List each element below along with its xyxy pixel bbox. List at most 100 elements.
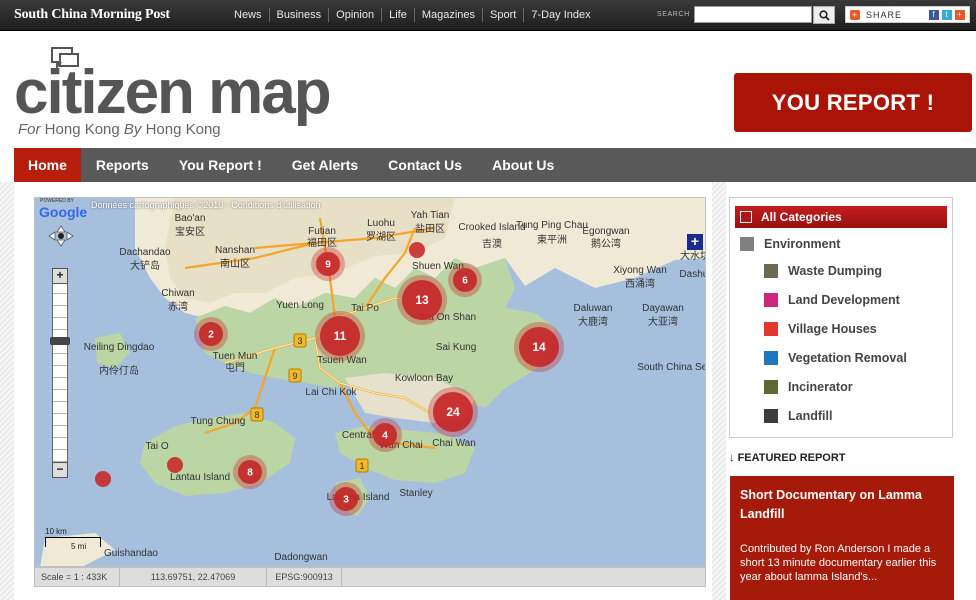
svg-text:1: 1 — [359, 461, 364, 471]
top-nav: News Business Opinion Life Magazines Spo… — [227, 0, 598, 30]
report-cluster-marker[interactable]: 3 — [329, 482, 363, 516]
top-nav-opinion[interactable]: Opinion — [329, 8, 383, 22]
map-place-label: 宝安区 — [175, 225, 205, 238]
category-swatch — [764, 409, 778, 423]
map-place-label: Luohu — [367, 218, 395, 229]
report-marker[interactable] — [409, 242, 425, 258]
map-place-label: 西涌湾 — [625, 277, 655, 290]
featured-report-card[interactable]: Short Documentary on Lamma Landfill Cont… — [730, 476, 954, 600]
speech-bubble-icon — [51, 47, 79, 70]
map-place-label: Dashui — [679, 269, 706, 280]
tag-by: By — [123, 121, 142, 138]
svg-text:24: 24 — [446, 405, 460, 419]
tag-for: For — [18, 121, 41, 138]
category-all[interactable]: All Categories — [735, 206, 947, 228]
zoom-slider-handle[interactable] — [50, 337, 70, 345]
svg-text:13: 13 — [415, 293, 429, 307]
map-place-label: Chai Wan — [432, 438, 476, 449]
nav-get-alerts[interactable]: Get Alerts — [277, 148, 373, 182]
map-place-label: 大水坑 — [680, 249, 706, 262]
top-nav-7day-index[interactable]: 7-Day Index — [524, 8, 597, 22]
report-cluster-marker[interactable]: 2 — [194, 317, 228, 351]
map-place-label: Chiwan — [161, 288, 194, 299]
facebook-icon[interactable]: f — [929, 9, 939, 20]
more-share-icon[interactable]: + — [955, 9, 965, 20]
svg-text:11: 11 — [334, 329, 347, 343]
map-status-bar: Scale = 1 : 433K 113.69751, 22.47069 EPS… — [34, 567, 706, 587]
map-place-label: Stanley — [399, 488, 432, 499]
report-cluster-marker[interactable]: 8 — [233, 455, 267, 489]
category-land-development[interactable]: Land Development — [764, 293, 900, 307]
map-place-label: 屯門 — [225, 361, 245, 374]
layer-switcher-button[interactable]: + — [687, 234, 703, 250]
category-label: Village Houses — [788, 322, 877, 336]
category-village-houses[interactable]: Village Houses — [764, 322, 877, 336]
top-nav-life[interactable]: Life — [382, 8, 415, 22]
map-place-label: Neiling Dingdao — [84, 342, 155, 353]
nav-you-report[interactable]: You Report ! — [164, 148, 277, 182]
map-view[interactable]: Bao'an 宝安区 Dachandao 大铲岛 Nanshan 南山区 Futian 福田区… — [34, 197, 706, 567]
main-nav: Home Reports You Report ! Get Alerts Con… — [14, 148, 976, 182]
category-waste-dumping[interactable]: Waste Dumping — [764, 264, 882, 278]
svg-text:8: 8 — [254, 410, 259, 420]
report-cluster-marker[interactable]: 14 — [514, 322, 564, 372]
report-cluster-marker[interactable]: 13 — [397, 275, 447, 325]
report-cluster-marker[interactable]: 4 — [368, 418, 402, 452]
report-marker[interactable] — [167, 457, 183, 473]
map-place-label: 盐田区 — [415, 222, 445, 235]
pan-control[interactable] — [47, 224, 75, 248]
search-input[interactable] — [694, 6, 812, 23]
svg-text:9: 9 — [292, 371, 297, 381]
category-swatch — [764, 322, 778, 336]
twitter-icon[interactable]: t — [942, 9, 952, 20]
svg-text:3: 3 — [343, 495, 349, 506]
top-bar: South China Morning Post News Business O… — [0, 0, 976, 31]
zoom-out-button[interactable]: − — [52, 462, 68, 478]
category-environment[interactable]: Environment — [740, 237, 840, 251]
search-icon — [818, 9, 830, 21]
you-report-button[interactable]: YOU REPORT ! — [734, 73, 972, 132]
map-place-label: 赤湾 — [168, 300, 188, 313]
top-nav-news[interactable]: News — [227, 8, 270, 22]
top-nav-business[interactable]: Business — [270, 8, 330, 22]
share-button[interactable]: + SHARE f t + — [845, 6, 970, 23]
featured-title[interactable]: Short Documentary on Lamma Landfill — [740, 486, 944, 524]
map-place-label: 大鹿湾 — [578, 315, 608, 328]
report-cluster-marker[interactable]: 24 — [428, 387, 478, 437]
svg-text:9: 9 — [325, 260, 331, 271]
top-nav-sport[interactable]: Sport — [483, 8, 525, 22]
category-incinerator[interactable]: Incinerator — [764, 380, 853, 394]
status-coords: 113.69751, 22.47069 — [120, 568, 267, 586]
zoom-in-button[interactable]: + — [52, 268, 68, 284]
report-marker[interactable] — [95, 471, 111, 487]
top-nav-magazines[interactable]: Magazines — [415, 8, 484, 22]
report-cluster-marker[interactable]: 6 — [448, 263, 482, 297]
report-cluster-marker[interactable]: 11 — [315, 311, 365, 361]
route-shield: 1 — [355, 458, 369, 473]
category-vegetation-removal[interactable]: Vegetation Removal — [764, 351, 907, 365]
report-cluster-marker[interactable]: 9 — [311, 247, 345, 281]
map-place-label: 東平洲 — [537, 233, 567, 246]
map-place-label: Dadongwan — [274, 552, 327, 563]
zoom-control[interactable]: + − — [50, 268, 70, 478]
google-logo[interactable]: Google — [39, 204, 87, 220]
map-place-label: Yah Tian — [411, 210, 450, 221]
nav-about-us[interactable]: About Us — [477, 148, 569, 182]
nav-reports[interactable]: Reports — [81, 148, 164, 182]
left-stripe — [0, 182, 14, 600]
map-canvas[interactable]: Bao'an宝安区 Dachandao大铲岛 Nanshan南山区 Futian福田区… — [35, 198, 706, 567]
nav-contact-us[interactable]: Contact Us — [373, 148, 477, 182]
category-label: Land Development — [788, 293, 900, 307]
category-label: Landfill — [788, 409, 833, 423]
map-attribution[interactable]: Données cartographiques ©2010 - Conditio… — [91, 200, 321, 210]
checkbox-icon — [740, 211, 752, 223]
map-place-label: Dayawan — [642, 303, 684, 314]
map-place-label: Bao'an — [175, 213, 206, 224]
nav-home[interactable]: Home — [14, 148, 81, 182]
search-button[interactable] — [813, 6, 835, 24]
category-landfill[interactable]: Landfill — [764, 409, 832, 423]
brand-logo[interactable]: South China Morning Post — [14, 7, 170, 23]
svg-text:6: 6 — [462, 276, 468, 287]
map-place-label: South China Sea — [637, 362, 706, 373]
map-place-label: Tuen Mun — [213, 351, 258, 362]
